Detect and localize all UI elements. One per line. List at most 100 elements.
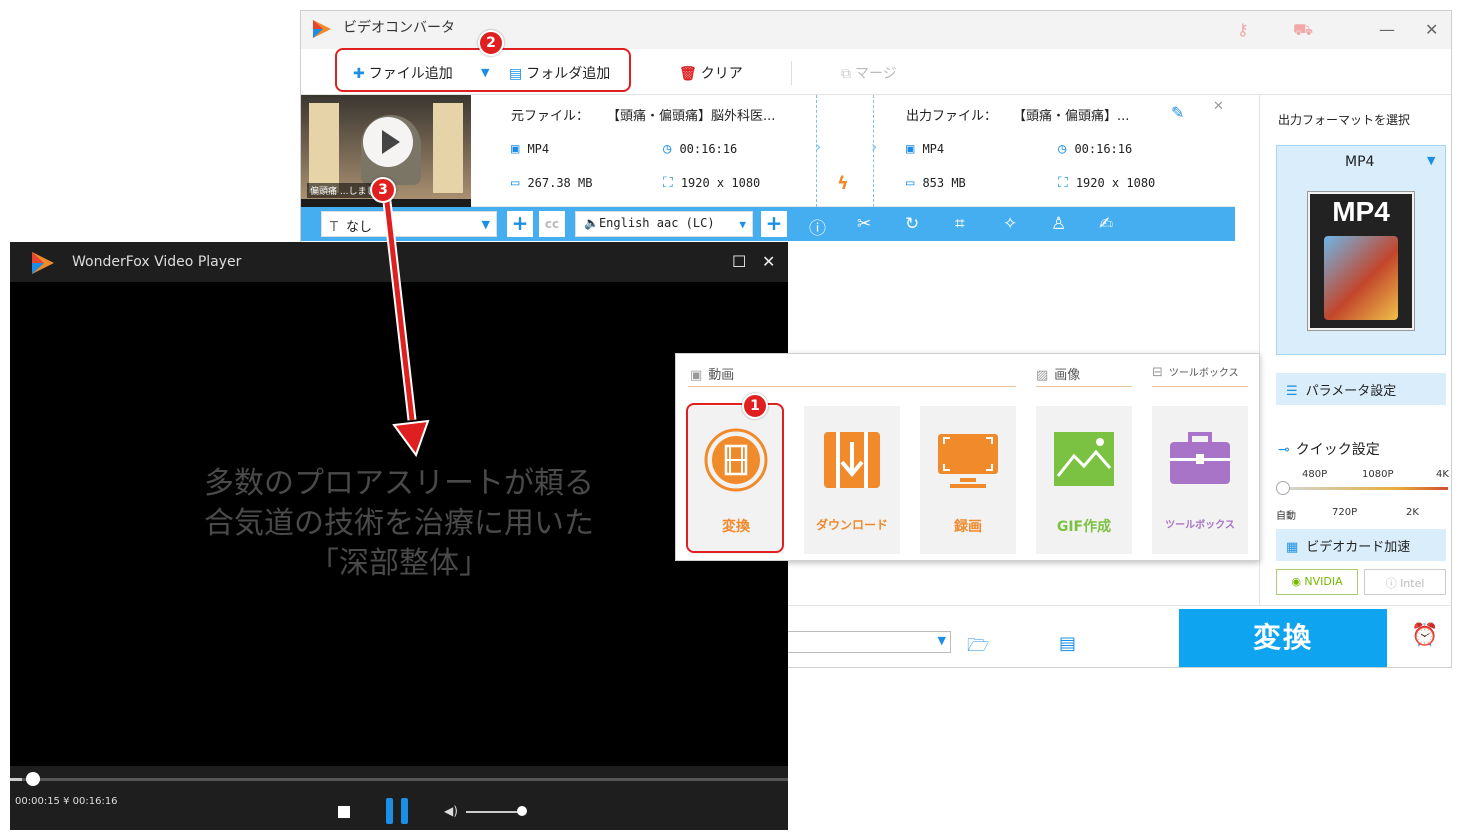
folder-icon: ▭ bbox=[511, 175, 520, 191]
minimize-icon[interactable]: — bbox=[1379, 20, 1395, 39]
source-resolution: 1920 x 1080 bbox=[680, 176, 761, 190]
mp4-format-icon: MP4 bbox=[1308, 192, 1414, 330]
section-video: ▣ 動画 bbox=[690, 364, 734, 383]
section-toolbox-line bbox=[1152, 386, 1248, 387]
thumb-curtain-left bbox=[309, 103, 339, 193]
quality-label-1080p: 1080P bbox=[1362, 469, 1394, 480]
quick-settings-text: クイック設定 bbox=[1295, 442, 1380, 458]
subtitle-line: 合気道の技術を治療に用いた bbox=[204, 506, 594, 541]
output-folder-select[interactable]: ▼ bbox=[781, 631, 951, 653]
effects-wand-icon[interactable]: ✧ bbox=[1003, 214, 1017, 234]
section-video-line bbox=[688, 386, 1016, 387]
video-file-icon: ▣ bbox=[906, 141, 915, 157]
merge-button[interactable]: ⧉ マージ bbox=[841, 63, 897, 83]
play-icon[interactable] bbox=[363, 117, 413, 167]
clock-icon: ◷ bbox=[1058, 141, 1067, 157]
rotate-icon[interactable]: ↻ bbox=[905, 214, 919, 234]
audio-track-select[interactable]: 🔈English aac (LC) ▼ bbox=[575, 211, 753, 237]
source-duration: 00:16:16 bbox=[679, 142, 738, 156]
pause-button[interactable] bbox=[386, 798, 410, 824]
annotation-badge-1: 1 bbox=[742, 393, 768, 419]
section-image-line bbox=[1036, 386, 1132, 387]
watermark-stamp-icon[interactable]: ♙ bbox=[1051, 214, 1066, 234]
toolbox-tile[interactable]: ツールボックス bbox=[1152, 406, 1248, 554]
record-tile[interactable]: 録画 bbox=[920, 406, 1016, 554]
parameter-settings-label: パラメータ設定 bbox=[1305, 384, 1397, 399]
output-file-label: 出力ファイル： bbox=[906, 109, 998, 124]
chevron-down-icon[interactable]: ▼ bbox=[1427, 154, 1435, 167]
seek-bar-fill bbox=[10, 778, 22, 781]
file-item[interactable]: 偏頭痛 ...しまして 元ファイル： 【頭痛・偏頭痛】脳外科医... ▣ MP4 … bbox=[301, 95, 1235, 207]
edit-note-icon[interactable]: ✍ bbox=[1099, 214, 1113, 234]
output-size: 853 MB bbox=[922, 176, 966, 190]
output-folder-film-icon[interactable]: ▤ bbox=[1059, 633, 1076, 654]
chip-icon: ▦ bbox=[1286, 540, 1299, 555]
output-resolution: 1920 x 1080 bbox=[1075, 176, 1156, 190]
chevron-right-icon: › bbox=[815, 137, 822, 156]
pause-bar bbox=[401, 798, 408, 824]
annotation-badge-3: 3 bbox=[370, 177, 396, 203]
cc-icon[interactable]: cc bbox=[539, 211, 565, 237]
merge-label: マージ bbox=[855, 66, 897, 82]
sliders-icon: ☰ bbox=[1286, 384, 1298, 399]
stop-button[interactable] bbox=[338, 806, 350, 818]
maximize-icon[interactable]: ☐ bbox=[732, 252, 746, 271]
pause-bar bbox=[386, 798, 393, 824]
format-box-art bbox=[1324, 236, 1398, 320]
add-subtitle-button[interactable]: + bbox=[507, 211, 533, 237]
clear-button[interactable]: 🗑 クリア bbox=[679, 63, 743, 83]
volume-knob[interactable] bbox=[517, 806, 527, 816]
quality-slider-knob[interactable] bbox=[1276, 481, 1290, 495]
audio-value: English aac (LC) bbox=[598, 216, 715, 230]
image-icon: ▨ bbox=[1036, 368, 1049, 383]
gpu-acceleration-button[interactable]: ▦ ビデオカード加速 bbox=[1276, 529, 1446, 561]
toolbox-section-icon: ⊟ bbox=[1152, 365, 1163, 380]
annotation-badge-2: 2 bbox=[478, 30, 504, 56]
output-format: MP4 bbox=[922, 142, 945, 156]
quality-label-480p: 480P bbox=[1302, 469, 1328, 480]
seek-knob[interactable] bbox=[25, 772, 40, 786]
gif-maker-tile[interactable]: GIF作成 bbox=[1036, 406, 1132, 554]
record-tile-label: 録画 bbox=[954, 519, 982, 535]
add-audio-button[interactable]: + bbox=[761, 211, 787, 237]
alarm-clock-icon[interactable]: ⏰ bbox=[1411, 623, 1438, 648]
flash-icon: ϟ bbox=[837, 173, 849, 194]
toolbox-icon bbox=[1170, 432, 1230, 484]
info-icon[interactable]: ⓘ bbox=[809, 214, 826, 239]
toolbox-tile-label: ツールボックス bbox=[1165, 520, 1235, 531]
cart-icon[interactable]: ⛟ bbox=[1293, 20, 1313, 41]
close-icon[interactable]: ✕ bbox=[762, 252, 775, 271]
open-folder-icon[interactable]: 🗁 bbox=[967, 633, 989, 663]
section-toolbox-label: ツールボックス bbox=[1168, 368, 1239, 379]
nvidia-badge[interactable]: ◉ NVIDIA bbox=[1276, 569, 1358, 595]
parameter-settings-button[interactable]: ☰ パラメータ設定 bbox=[1276, 373, 1446, 405]
convert-button[interactable]: 変換 bbox=[1179, 609, 1387, 667]
scissors-icon[interactable]: ✂ bbox=[857, 214, 871, 234]
volume-icon[interactable]: ◀) bbox=[444, 804, 458, 818]
output-file-name: 【頭痛・偏頭痛】... bbox=[1013, 109, 1130, 124]
app-logo-icon bbox=[313, 20, 331, 38]
seek-bar[interactable] bbox=[10, 778, 788, 781]
edit-pencil-icon[interactable]: ✎ bbox=[1171, 103, 1184, 122]
quality-label-4k: 4K bbox=[1436, 469, 1449, 480]
close-icon[interactable]: ✕ bbox=[1425, 20, 1438, 39]
player-title: WonderFox Video Player bbox=[72, 254, 242, 270]
subtitle-line: 「深部整体」 bbox=[309, 546, 489, 581]
quality-label-auto: 自動 bbox=[1276, 511, 1296, 522]
folder-icon: ▭ bbox=[906, 175, 915, 191]
window-title: ビデオコンバータ bbox=[343, 20, 455, 36]
annotation-box-2 bbox=[335, 48, 631, 92]
output-format-name: MP4 bbox=[1345, 154, 1375, 170]
quick-settings-label: ⊸ クイック設定 bbox=[1278, 439, 1380, 459]
source-format: MP4 bbox=[527, 142, 550, 156]
output-format-card[interactable]: MP4 ▼ MP4 bbox=[1276, 145, 1446, 355]
section-toolbox: ⊟ ツールボックス bbox=[1152, 364, 1239, 380]
crop-icon[interactable]: ⌗ bbox=[955, 214, 965, 234]
quality-slider-track[interactable] bbox=[1280, 487, 1448, 490]
toolbar-divider bbox=[791, 61, 792, 85]
download-tile[interactable]: ダウンロード bbox=[804, 406, 900, 554]
intel-badge[interactable]: ⓘ Intel bbox=[1364, 569, 1446, 595]
remove-file-icon[interactable]: ✕ bbox=[1213, 99, 1224, 114]
key-icon[interactable]: ⚷ bbox=[1237, 20, 1249, 39]
volume-slider[interactable] bbox=[466, 811, 522, 813]
